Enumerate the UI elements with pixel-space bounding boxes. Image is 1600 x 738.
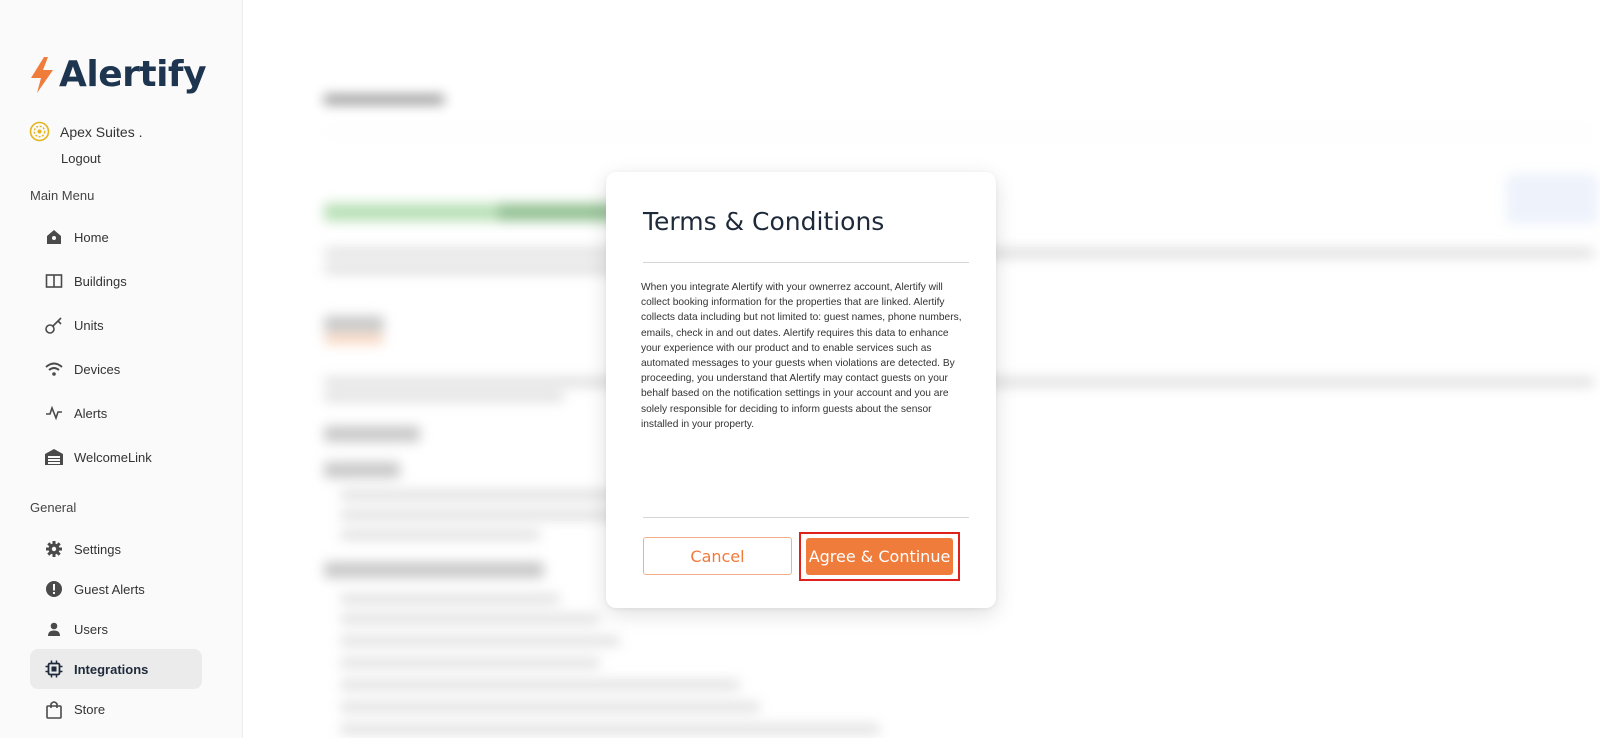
sidebar-item-store[interactable]: Store	[30, 689, 202, 729]
sidebar-item-home[interactable]: Home	[30, 217, 202, 257]
sidebar-item-users[interactable]: Users	[30, 609, 202, 649]
sidebar-item-alerts[interactable]: Alerts	[30, 393, 202, 433]
account-name: Apex Suites .	[60, 123, 143, 140]
exclamation-icon	[44, 579, 64, 599]
sidebar-item-buildings[interactable]: Buildings	[30, 261, 202, 301]
modal-divider-bottom	[643, 517, 969, 518]
general-title: General	[30, 500, 77, 515]
sidebar-item-label: WelcomeLink	[74, 449, 152, 465]
sidebar-item-guest-alerts[interactable]: Guest Alerts	[30, 569, 202, 609]
sidebar-item-label: Settings	[74, 541, 121, 557]
logout-link[interactable]: Logout	[61, 151, 101, 166]
sidebar: Alertify Apex Suites . Logout Main Menu …	[0, 0, 243, 738]
home-icon	[44, 227, 64, 247]
sidebar-item-units[interactable]: Units	[30, 305, 202, 345]
user-icon	[44, 619, 64, 639]
background-title-blur: ▬▬▬▬	[324, 78, 444, 111]
sidebar-item-label: Devices	[74, 361, 121, 377]
sidebar-item-label: Store	[74, 701, 106, 717]
lightning-bolt-icon	[31, 56, 53, 93]
sidebar-item-label: Buildings	[74, 273, 127, 289]
terms-modal: Terms & Conditions When you integrate Al…	[606, 172, 996, 608]
sidebar-item-label: Home	[74, 229, 109, 245]
book-icon	[44, 271, 64, 291]
agree-continue-button[interactable]: Agree & Continue	[806, 538, 953, 575]
chip-icon	[44, 659, 64, 679]
account-avatar-icon	[29, 121, 50, 142]
pulse-icon	[44, 403, 64, 423]
background-button-blur	[1506, 174, 1598, 224]
sidebar-item-label: Integrations	[74, 661, 149, 677]
sidebar-item-devices[interactable]: Devices	[30, 349, 202, 389]
background-brand-blur: ▬▬▬▬▬	[324, 169, 614, 234]
garage-icon	[44, 447, 64, 467]
wifi-icon	[44, 359, 64, 379]
sidebar-item-label: Alerts	[74, 405, 108, 421]
modal-title: Terms & Conditions	[643, 207, 885, 236]
account-switcher[interactable]: Apex Suites .	[29, 121, 143, 142]
key-icon	[44, 315, 64, 335]
terms-text: When you integrate Alertify with your ow…	[641, 282, 962, 430]
modal-divider-top	[643, 262, 969, 263]
main-menu-title: Main Menu	[30, 188, 95, 203]
logo-wordmark: Alertify	[59, 54, 207, 95]
alertify-logo[interactable]: Alertify	[28, 54, 207, 95]
gear-icon	[44, 539, 64, 559]
sidebar-item-label: Users	[74, 621, 108, 637]
sidebar-item-label: Guest Alerts	[74, 581, 145, 597]
cancel-button[interactable]: Cancel	[643, 537, 792, 575]
sidebar-item-welcomelink[interactable]: WelcomeLink	[30, 437, 202, 477]
sidebar-item-integrations[interactable]: Integrations	[30, 649, 202, 689]
bag-icon	[44, 699, 64, 719]
sidebar-item-label: Units	[74, 317, 104, 333]
sidebar-item-settings[interactable]: Settings	[30, 529, 202, 569]
